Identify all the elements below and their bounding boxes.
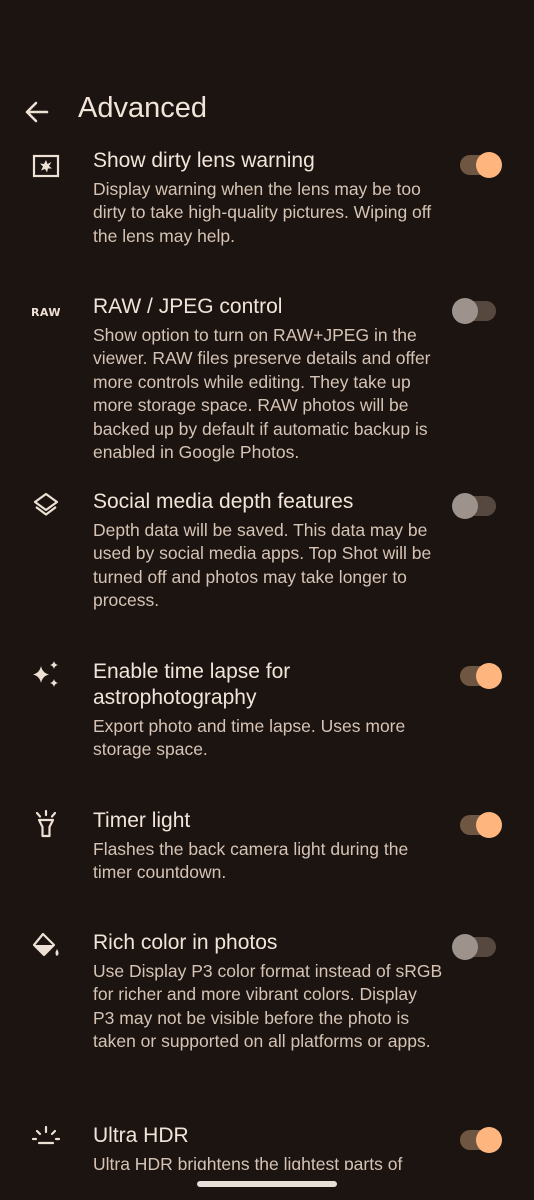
page-title: Advanced xyxy=(78,92,207,124)
dirty-lens-icon xyxy=(28,148,64,184)
hdr-icon xyxy=(28,1119,64,1155)
setting-title: RAW / JPEG control xyxy=(93,295,283,318)
app-bar: Advanced xyxy=(0,80,534,142)
layers-icon xyxy=(28,487,64,523)
setting-title: Timer light xyxy=(93,809,191,832)
dirty-lens-toggle[interactable] xyxy=(452,150,506,180)
setting-description: Depth data will be saved. This data may … xyxy=(93,520,432,611)
social-depth-toggle[interactable] xyxy=(452,491,506,521)
ultra-hdr-toggle[interactable] xyxy=(452,1125,506,1155)
arrow-back-icon xyxy=(25,101,49,123)
setting-description: Flashes the back camera light during the… xyxy=(93,839,409,883)
setting-description: Use Display P3 color format instead of s… xyxy=(93,961,443,1052)
setting-title: Ultra HDR xyxy=(93,1124,189,1147)
raw-jpeg-toggle[interactable] xyxy=(452,296,506,326)
gesture-nav-handle[interactable] xyxy=(197,1181,337,1187)
settings-list: Show dirty lens warning Display warning … xyxy=(0,148,534,1170)
astro-timelapse-toggle[interactable] xyxy=(452,661,506,691)
setting-description: Export photo and time lapse. Uses more s… xyxy=(93,716,406,760)
light-icon xyxy=(28,806,64,842)
timer-light-toggle[interactable] xyxy=(452,810,506,840)
setting-title: Social media depth features xyxy=(93,490,354,513)
rich-color-toggle[interactable] xyxy=(452,932,506,962)
back-button[interactable] xyxy=(18,94,54,130)
sparkle-icon xyxy=(28,657,64,693)
setting-title: Enable time lapse for astrophotography xyxy=(93,660,291,709)
raw-icon: RAW xyxy=(30,305,62,319)
setting-title: Rich color in photos xyxy=(93,931,278,954)
setting-title: Show dirty lens warning xyxy=(93,149,315,172)
setting-description: Show option to turn on RAW+JPEG in the v… xyxy=(93,325,431,463)
setting-description: Ultra HDR brightens the lightest parts o… xyxy=(93,1154,403,1170)
setting-description: Display warning when the lens may be too… xyxy=(93,179,432,246)
paint-bucket-icon xyxy=(28,928,64,964)
